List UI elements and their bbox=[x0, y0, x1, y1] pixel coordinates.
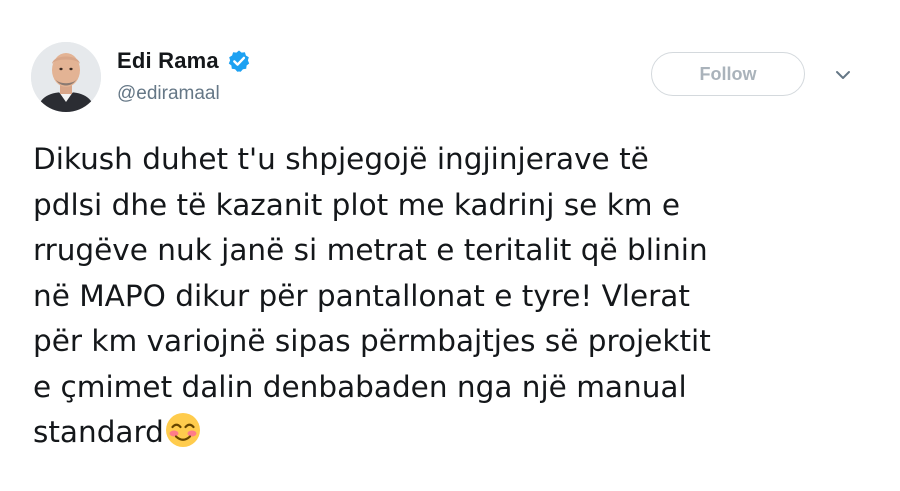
user-handle[interactable]: @ediramaal bbox=[117, 83, 220, 105]
tweet-line: e çmimet dalin denbabaden nga një manual bbox=[33, 369, 687, 404]
chevron-down-icon[interactable] bbox=[832, 66, 854, 84]
profile-photo-icon bbox=[31, 42, 101, 112]
tweet-line-last: standard bbox=[33, 410, 878, 456]
smiling-face-emoji-icon bbox=[165, 412, 201, 448]
tweet-line: Dikush duhet t'u shpjegojë ingjinjerave … bbox=[33, 142, 649, 176]
avatar[interactable] bbox=[31, 42, 101, 112]
tweet-line-text: standard bbox=[33, 415, 164, 449]
author-name-row[interactable]: Edi Rama bbox=[117, 47, 251, 75]
tweet-line: për km variojnë sipas përmbajtjes së pro… bbox=[33, 324, 711, 358]
tweet-text: Dikush duhet t'u shpjegojë ingjinjerave … bbox=[33, 137, 878, 456]
verified-badge-icon bbox=[227, 49, 251, 73]
tweet-line: pdlsi dhe të kazanit plot me kadrinj se … bbox=[33, 187, 681, 222]
display-name[interactable]: Edi Rama bbox=[117, 48, 219, 74]
tweet-line: rrugëve nuk janë si metrat e teritalit q… bbox=[33, 233, 708, 267]
tweet-line: në MAPO dikur për pantallonat e tyre! Vl… bbox=[33, 278, 690, 313]
tweet-card: Edi Rama @ediramaal Follow Dikush duhet … bbox=[0, 0, 900, 491]
follow-button[interactable]: Follow bbox=[651, 52, 805, 96]
